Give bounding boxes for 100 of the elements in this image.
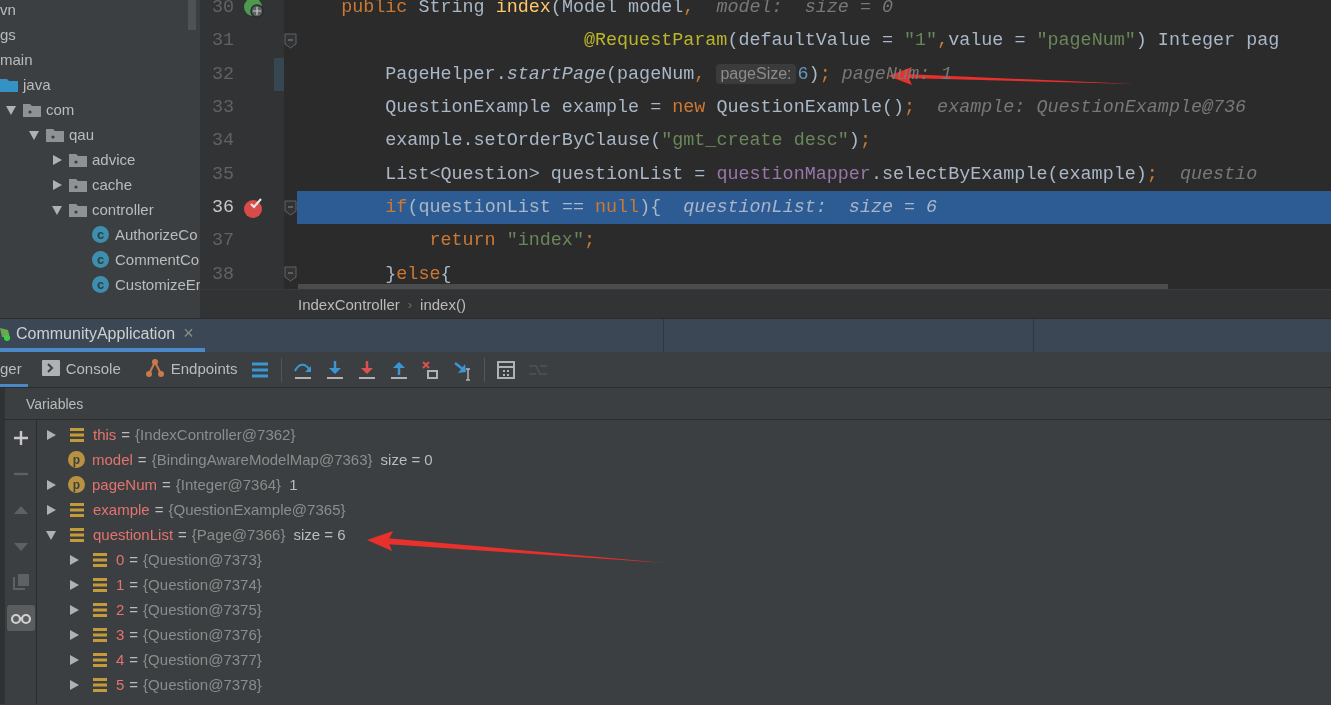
field-stack-icon (69, 501, 85, 518)
package-folder-icon (69, 177, 87, 192)
tool-tab[interactable]: Endpoints (130, 352, 248, 387)
collapsed-arrow-icon[interactable] (45, 478, 57, 491)
collapsed-arrow-icon[interactable] (68, 553, 80, 566)
variable-reference: {Question@7377} (143, 651, 262, 668)
line-number: 36 (210, 197, 234, 219)
variable-value: 1 (289, 476, 298, 493)
equals-sign: = (178, 526, 187, 543)
expanded-arrow-icon[interactable] (51, 203, 63, 216)
breakpoint-icon[interactable] (243, 196, 265, 219)
field-stack-icon (92, 651, 108, 668)
expanded-arrow-icon[interactable] (28, 128, 40, 141)
code-line: return "index"; (428, 229, 595, 254)
endpoint-globe-icon[interactable] (243, 0, 265, 19)
code-line: example.setOrderByClause("gmt_create desc"); (384, 129, 871, 154)
collapsed-arrow-icon[interactable] (68, 653, 80, 666)
tool-tab[interactable]: Console (27, 352, 131, 387)
variable-reference: {QuestionExample@7365} (168, 501, 346, 518)
code-line: QuestionExample example = new QuestionExample(); example: QuestionExample@736 (384, 96, 1247, 121)
variable-name: 3 (116, 626, 125, 643)
variable-value: size = 6 (293, 526, 346, 543)
collapsed-arrow-icon[interactable] (51, 178, 63, 191)
equals-sign: = (129, 551, 139, 568)
variable-name: 2 (116, 601, 125, 618)
breadcrumb-item[interactable]: index() (420, 295, 466, 313)
field-stack-icon (92, 576, 108, 593)
tree-item[interactable]: main (0, 51, 33, 68)
equals-sign: = (129, 576, 139, 593)
tree-item[interactable]: vn (0, 1, 16, 18)
variable-name: this (93, 426, 117, 443)
equals-sign: = (129, 626, 139, 643)
tree-item[interactable]: CustomizeEr (115, 276, 200, 293)
equals-sign: = (129, 676, 139, 693)
tree-item[interactable]: AuthorizeCo (115, 226, 198, 243)
variable-name: pageNum (92, 476, 158, 493)
class-icon: c (92, 251, 109, 268)
package-folder-icon (69, 202, 87, 217)
parameter-icon: p (68, 451, 85, 468)
variable-reference: {BindingAwareModelMap@7363} (151, 451, 373, 468)
code-line: }else{ (384, 262, 452, 287)
code-line: @RequestParam(defaultValue = "1",value = "pageNum") Integer pag (582, 29, 1280, 54)
variable-reference: {Question@7374} (143, 576, 262, 593)
field-stack-icon (69, 526, 85, 543)
code-line: List<Question> questionList = questionMapper.selectByExample(example); questio (384, 162, 1258, 187)
tree-item[interactable]: qau (69, 126, 95, 143)
variable-name: 0 (116, 551, 125, 568)
equals-sign: = (154, 501, 164, 518)
breadcrumb-item[interactable]: IndexController (298, 295, 400, 313)
variable-reference: {Question@7375} (143, 601, 262, 618)
field-stack-icon (69, 426, 85, 443)
console-icon (41, 360, 60, 376)
glasses-icon[interactable] (6, 605, 35, 631)
breadcrumb-separator: › (407, 296, 413, 312)
variable-name: example (93, 501, 150, 518)
collapsed-arrow-icon[interactable] (68, 678, 80, 691)
variable-name: questionList (93, 526, 174, 543)
expanded-arrow-icon[interactable] (45, 528, 57, 541)
collapsed-arrow-icon[interactable] (68, 578, 80, 591)
variable-reference: {Page@7366} (191, 526, 286, 543)
variable-reference: {IndexController@7362} (135, 426, 296, 443)
package-folder-icon (46, 127, 64, 142)
tree-item[interactable]: CommentCo (115, 251, 200, 268)
equals-sign: = (162, 476, 171, 493)
tool-tab[interactable]: ger (0, 352, 28, 387)
parameter-icon: p (68, 476, 85, 493)
variable-name: 5 (116, 676, 125, 693)
equals-sign: = (129, 651, 139, 668)
scrollbar-thumb[interactable] (298, 284, 1168, 289)
variable-reference: {Question@7376} (143, 626, 262, 643)
variable-value: size = 0 (380, 451, 433, 468)
variable-reference: {Question@7378} (143, 676, 262, 693)
run-tab[interactable]: CommunityApplication × (0, 319, 205, 352)
collapsed-arrow-icon[interactable] (45, 428, 57, 441)
tree-item[interactable]: com (46, 101, 75, 118)
equals-sign: = (137, 451, 147, 468)
collapsed-arrow-icon[interactable] (68, 628, 80, 641)
tree-item[interactable]: cache (92, 176, 133, 193)
variable-reference: {Integer@7364} (175, 476, 282, 493)
collapsed-arrow-icon[interactable] (68, 603, 80, 616)
variable-name: 4 (116, 651, 125, 668)
tree-item[interactable]: advice (92, 151, 136, 168)
class-icon: c (92, 226, 109, 243)
collapsed-arrow-icon[interactable] (51, 153, 63, 166)
variable-reference: {Question@7373} (143, 551, 262, 568)
folder-icon (0, 77, 18, 92)
endpoints-graph-icon (144, 358, 165, 378)
field-stack-icon (92, 676, 108, 693)
package-folder-icon (69, 152, 87, 167)
collapsed-arrow-icon[interactable] (45, 503, 57, 516)
evaluate-icon[interactable] (495, 358, 518, 381)
equals-sign: = (129, 601, 139, 618)
panel-title: Variables (26, 395, 84, 412)
expanded-arrow-icon[interactable] (5, 103, 17, 116)
variable-name: model (92, 451, 133, 468)
tree-item[interactable]: gs (0, 26, 16, 43)
tree-item[interactable]: java (23, 76, 51, 93)
equals-sign: = (121, 426, 131, 443)
close-icon[interactable]: × (183, 323, 194, 344)
tree-item[interactable]: controller (92, 201, 154, 218)
